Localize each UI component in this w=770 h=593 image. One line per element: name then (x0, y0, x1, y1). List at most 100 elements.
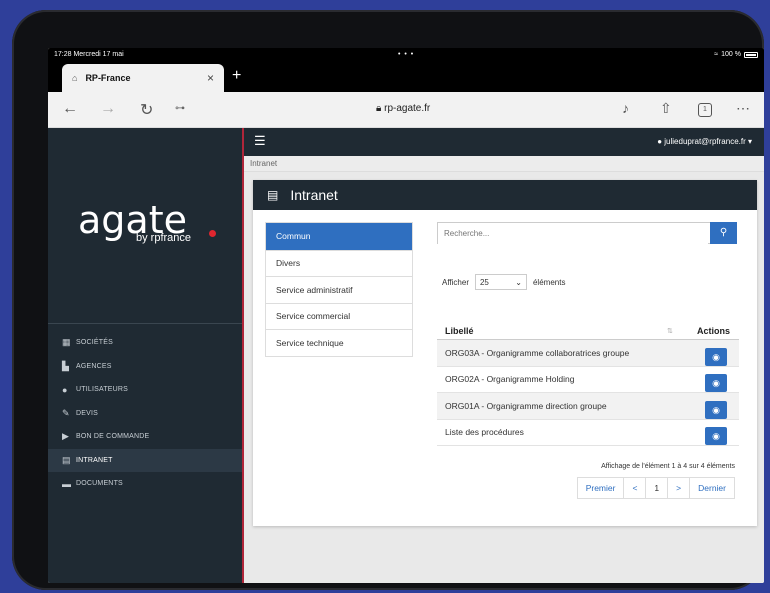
share-icon[interactable]: ⇧ (660, 100, 672, 117)
pager-page[interactable]: 1 (645, 478, 667, 498)
browser-tab[interactable]: ⌂ RP-France × (62, 64, 224, 92)
tabs-count-icon[interactable]: 1 (698, 103, 712, 117)
chevron-down-icon: ⌄ (515, 277, 522, 287)
eye-icon: ◉ (712, 404, 720, 415)
sidebar-item-devis[interactable]: ✎ DEVIS (48, 402, 244, 426)
view-button[interactable]: ◉ (705, 374, 727, 393)
tab-strip: ⌂ RP-France × + (48, 62, 764, 92)
sidebar-item-utilisateurs[interactable]: ● UTILISATEURS (48, 378, 244, 402)
table-info: Affichage de l'élément 1 à 4 sur 4 éléme… (601, 463, 735, 470)
battery-text: 100 % (721, 51, 741, 58)
sidebar-item-label: BON DE COMMANDE (76, 433, 150, 441)
pager-next[interactable]: > (667, 478, 689, 498)
cart-icon: ▶ (62, 431, 70, 442)
view-button[interactable]: ◉ (705, 400, 727, 419)
url-text[interactable]: 🔒︎ rp-agate.fr (376, 103, 430, 114)
category-service-commercial[interactable]: Service commercial (266, 302, 412, 330)
category-divers[interactable]: Divers (266, 249, 412, 277)
reload-icon[interactable]: ↻ (140, 100, 153, 120)
user-email: julieduprat@rpfrance.fr ▾ (664, 137, 752, 146)
forward-icon[interactable]: → (100, 100, 116, 118)
table-row: ORG03A - Organigramme collaboratrices gr… (437, 340, 739, 367)
category-service-technique[interactable]: Service technique (266, 329, 412, 356)
intranet-panel: ▤ Intranet Commun Divers Service adminis… (253, 180, 757, 526)
user-menu[interactable]: ● julieduprat@rpfrance.fr ▾ (657, 137, 752, 146)
logo: agate by rpfrance (78, 198, 216, 256)
close-icon[interactable]: × (207, 71, 214, 85)
user-icon: ● (62, 384, 68, 395)
table-header: Libellé ⇅ Actions (437, 322, 739, 340)
key-icon[interactable]: ⊶ (175, 103, 185, 114)
user-icon: ● (657, 137, 663, 146)
pager-first[interactable]: Premier (578, 478, 624, 498)
sidebar-item-label: DOCUMENTS (76, 480, 123, 488)
search-icon: ⚲ (719, 227, 728, 238)
status-right: ≈ 100 % (714, 48, 758, 62)
pagination: Premier < 1 > Dernier (576, 477, 735, 499)
new-tab-icon[interactable]: + (232, 67, 241, 85)
divider (48, 323, 244, 324)
hamburger-icon[interactable]: ☰ (254, 133, 266, 149)
sort-icon[interactable]: ⇅ (667, 327, 697, 335)
view-button[interactable]: ◉ (705, 427, 727, 446)
column-libelle[interactable]: Libellé (437, 326, 667, 336)
column-actions: Actions (697, 325, 731, 336)
sidebar-item-label: INTRANET (76, 456, 113, 464)
table-row: ORG01A - Organigramme direction groupe ◉ (437, 393, 739, 420)
tab-title: RP-France (85, 73, 131, 83)
sidebar-item-label: UTILISATEURS (76, 386, 129, 394)
row-label[interactable]: Liste des procédures (437, 427, 705, 437)
category-service-administratif[interactable]: Service administratif (266, 276, 412, 303)
folder-icon: ▬ (62, 478, 72, 489)
lock-small-icon: 🔒︎ (376, 103, 382, 114)
sidebar-item-societes[interactable]: ▦ SOCIÉTÉS (48, 331, 244, 355)
table-row: ORG02A - Organigramme Holding ◉ (437, 367, 739, 393)
sidebar-item-label: SOCIÉTÉS (76, 339, 113, 347)
sidebar-item-documents[interactable]: ▬ DOCUMENTS (48, 472, 244, 496)
sidebar-item-intranet[interactable]: ▤ INTRANET (48, 448, 244, 472)
row-label[interactable]: ORG02A - Organigramme Holding (437, 374, 705, 384)
pager-last[interactable]: Dernier (689, 478, 734, 498)
length-label-before: Afficher (442, 277, 469, 287)
row-label[interactable]: ORG03A - Organigramme collaboratrices gr… (437, 348, 705, 358)
document-icon: ▤ (62, 454, 71, 465)
panel-title: Intranet (290, 187, 338, 203)
eye-icon: ◉ (712, 378, 720, 389)
row-label[interactable]: ORG01A - Organigramme direction groupe (437, 401, 705, 411)
url-bar: ← → ↻ ⊶ 🔒︎ rp-agate.fr ♪ ⇧ 1 ⋯ (48, 92, 764, 128)
sidebar-item-agences[interactable]: ▙ AGENCES (48, 355, 244, 379)
sidebar-item-label: DEVIS (76, 409, 99, 417)
category-list: Commun Divers Service administratif Serv… (265, 222, 413, 357)
sidebar-item-bon-de-commande[interactable]: ▶ BON DE COMMANDE (48, 425, 244, 449)
microphone-icon[interactable]: ♪ (622, 100, 629, 116)
table-row: Liste des procédures ◉ (437, 420, 739, 446)
search-button[interactable]: ⚲ (710, 222, 737, 244)
view-button[interactable]: ◉ (705, 347, 727, 366)
search-input[interactable] (438, 223, 708, 244)
category-commun[interactable]: Commun (266, 223, 412, 250)
document-icon: ▤ (267, 188, 279, 202)
length-value: 25 (479, 277, 489, 287)
back-icon[interactable]: ← (62, 100, 78, 118)
search-box: ⚲ (437, 222, 737, 244)
wifi-icon: ≈ (714, 51, 719, 58)
sidebar: agate by rpfrance ▦ SOCIÉTÉS ▙ AGENCES ●… (48, 128, 244, 583)
screen: 17:28 Mercredi 17 mai • • • ≈ 100 % ⌂ RP… (48, 48, 764, 583)
status-time: 17:28 Mercredi 17 mai (54, 51, 124, 58)
panel-header: ▤ Intranet (253, 180, 757, 210)
status-bar: 17:28 Mercredi 17 mai • • • ≈ 100 % (48, 48, 764, 62)
factory-icon: ▙ (62, 360, 70, 371)
length-control: Afficher 25 ⌄ éléments (442, 274, 565, 290)
sidebar-item-label: AGENCES (76, 362, 112, 370)
battery-icon (744, 52, 758, 58)
breadcrumb-item[interactable]: Intranet (250, 159, 277, 168)
url-value: rp-agate.fr (384, 103, 431, 114)
length-label-after: éléments (532, 277, 566, 287)
length-select[interactable]: 25 ⌄ (474, 274, 527, 290)
eye-icon: ◉ (712, 431, 720, 442)
sidebar-menu: ▦ SOCIÉTÉS ▙ AGENCES ● UTILISATEURS ✎ DE… (48, 331, 244, 496)
more-icon[interactable]: ⋯ (736, 100, 750, 117)
pen-icon: ✎ (62, 407, 70, 418)
pager-prev[interactable]: < (623, 478, 645, 498)
tablet-frame: 17:28 Mercredi 17 mai • • • ≈ 100 % ⌂ RP… (12, 10, 764, 590)
